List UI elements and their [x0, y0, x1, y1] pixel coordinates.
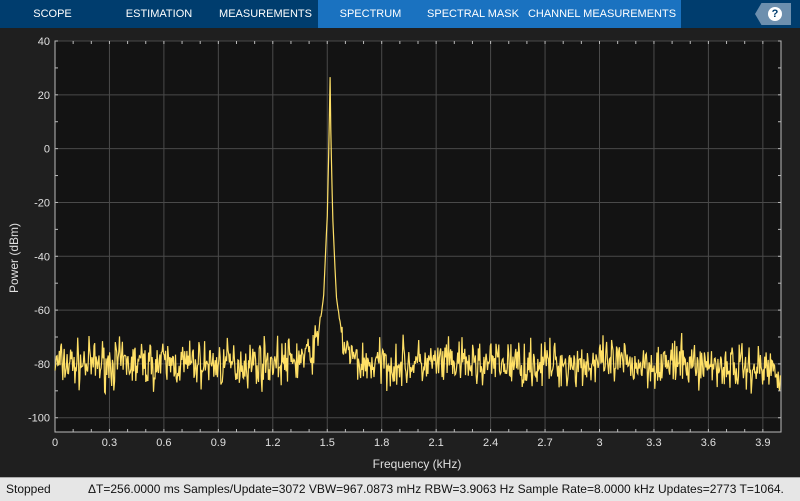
x-tick-label: 0 — [52, 437, 58, 449]
x-tick-label: 3.9 — [755, 437, 770, 449]
x-tick-label: 2.4 — [483, 437, 498, 449]
y-tick-label: 20 — [38, 90, 50, 102]
toolstrip: SCOPE ESTIMATION MEASUREMENTS SPECTRUM S… — [0, 0, 800, 28]
x-tick-label: 1.2 — [265, 437, 280, 449]
x-tick-label: 2.1 — [429, 437, 444, 449]
y-tick-label: -100 — [28, 413, 50, 425]
y-tick-label: -60 — [34, 305, 50, 317]
y-tick-label: 40 — [38, 36, 50, 48]
y-tick-label: -20 — [34, 197, 50, 209]
x-axis-label: Frequency (kHz) — [373, 457, 462, 471]
help-icon: ? — [768, 7, 782, 21]
x-tick-label: 0.3 — [102, 437, 117, 449]
x-tick-label: 3 — [596, 437, 602, 449]
x-tick-label: 1.8 — [374, 437, 389, 449]
y-axis-label: Power (dBm) — [7, 223, 21, 293]
status-bar: Stopped ΔT=256.0000 ms Samples/Update=30… — [0, 477, 800, 501]
x-tick-label: 1.5 — [320, 437, 335, 449]
help-button[interactable]: ? — [755, 3, 791, 25]
x-tick-label: 3.6 — [701, 437, 716, 449]
x-tick-label: 0.6 — [156, 437, 171, 449]
tab-spectrum[interactable]: SPECTRUM — [318, 0, 423, 28]
spectrum-plot: 0 0.3 0.6 0.9 1.2 1.5 1.8 2.1 2.4 2.7 3 3.3 3.6 3.9 40… — [7, 36, 782, 471]
tab-estimation[interactable]: ESTIMATION — [105, 0, 213, 28]
x-tick-label: 3.3 — [646, 437, 661, 449]
tab-spectral-mask[interactable]: SPECTRAL MASK — [423, 0, 523, 28]
tab-measurements[interactable]: MEASUREMENTS — [213, 0, 318, 28]
tab-scope[interactable]: SCOPE — [0, 0, 105, 28]
x-tick-label: 2.7 — [537, 437, 552, 449]
y-tick-label: 0 — [44, 144, 50, 156]
y-tick-label: -40 — [34, 251, 50, 263]
x-tick-label: 0.9 — [211, 437, 226, 449]
tab-channel-measurements[interactable]: CHANNEL MEASUREMENTS — [523, 0, 681, 28]
status-state: Stopped — [6, 482, 51, 496]
status-info: ΔT=256.0000 ms Samples/Update=3072 VBW=9… — [88, 482, 784, 496]
y-tick-label: -80 — [34, 359, 50, 371]
